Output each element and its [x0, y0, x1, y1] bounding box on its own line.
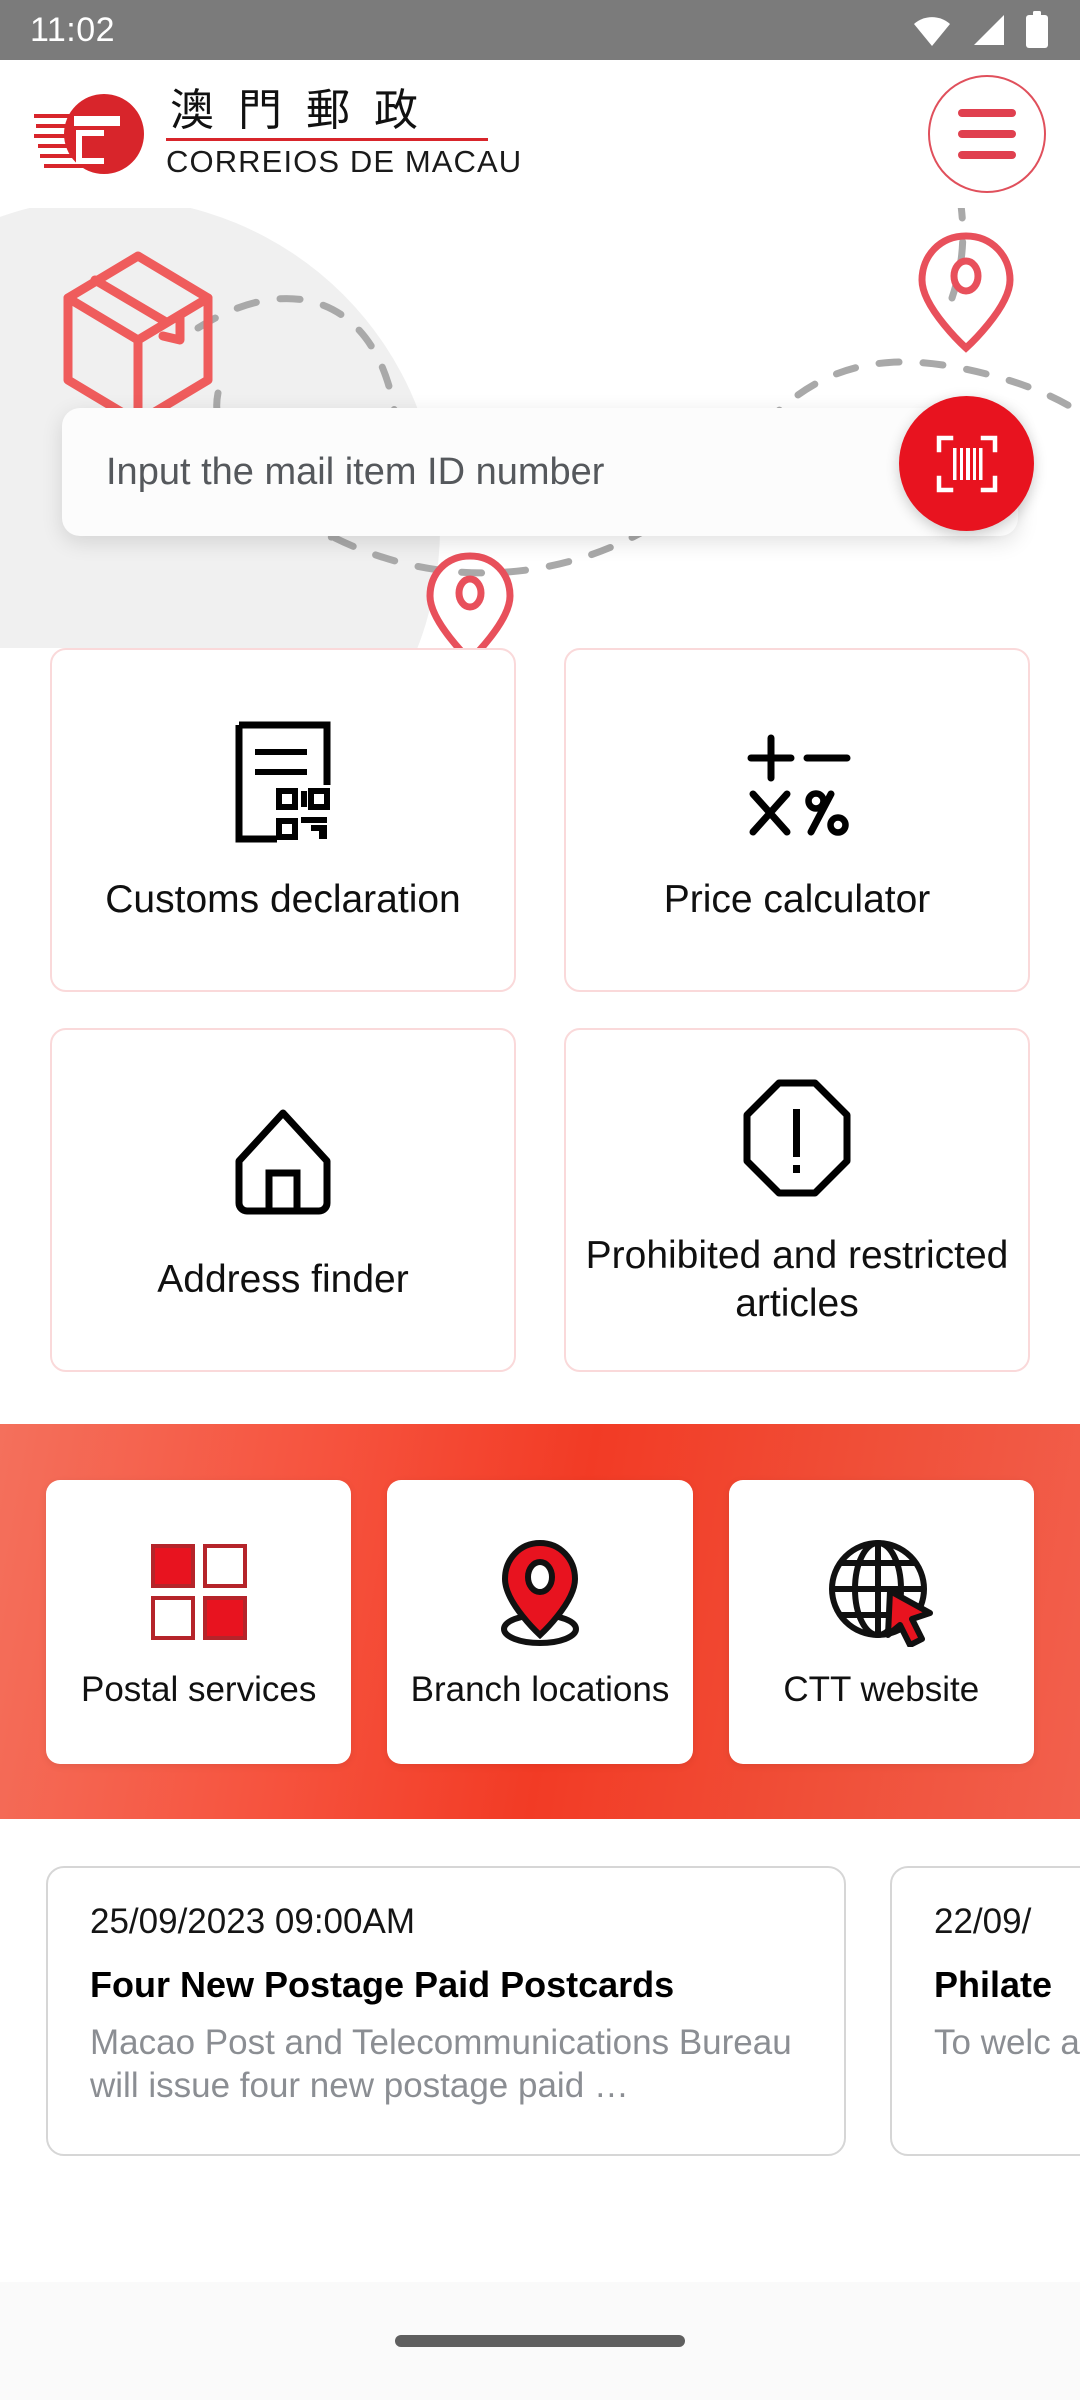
barcode-scan-icon	[936, 435, 997, 492]
tile-label: Address finder	[157, 1258, 409, 1302]
news-title: Philate	[934, 1964, 1053, 2005]
brand-logo-text: 澳門郵政 CORREIOS DE MACAU	[166, 84, 523, 180]
brand-name-chinese: 澳門郵政	[170, 84, 442, 136]
tile-label: Prohibited and restricted articles	[585, 1234, 1009, 1325]
tile-icon-wrap	[739, 716, 855, 848]
home-gesture-pill[interactable]	[395, 2335, 685, 2347]
tile-prohibited-restricted-articles[interactable]: Prohibited and restricted articles	[564, 1028, 1030, 1372]
band-tile-ctt-website[interactable]: CTT website	[728, 1479, 1034, 1764]
hamburger-menu-icon	[958, 109, 1016, 117]
hamburger-menu-button[interactable]	[928, 75, 1046, 193]
battery-icon	[1026, 11, 1048, 48]
tile-price-calculator[interactable]: Price calculator	[564, 648, 1030, 992]
tile-icon-wrap	[743, 1072, 851, 1204]
services-band: Postal services Branch locations CTT web…	[0, 1424, 1080, 1819]
band-tile-branch-locations[interactable]: Branch locations	[387, 1479, 693, 1764]
app-header: 澳門郵政 CORREIOS DE MACAU	[0, 60, 1080, 208]
customs-document-qr-icon	[235, 721, 331, 843]
status-bar: 11:02	[0, 0, 1080, 60]
package-box-icon	[63, 251, 213, 427]
tile-label: Price calculator	[663, 878, 931, 922]
quick-actions-row-2: Address finder Prohibited and restricted…	[0, 1028, 1080, 1372]
location-pin-base-icon	[500, 1539, 579, 1646]
cellular-signal-icon	[974, 15, 1004, 45]
calculator-operators-icon	[747, 734, 851, 836]
mail-id-search-input[interactable]	[62, 450, 1018, 494]
news-carousel[interactable]: 25/09/2023 09:00AM Four New Postage Paid…	[0, 1866, 1080, 2156]
band-icon-wrap	[147, 1533, 251, 1651]
map-pin-icon	[918, 232, 1014, 353]
octagon-exclamation-icon	[743, 1079, 851, 1197]
band-tile-label: CTT website	[783, 1669, 980, 1709]
hamburger-menu-icon	[958, 151, 1016, 159]
house-icon	[235, 1109, 331, 1215]
band-icon-wrap	[487, 1533, 593, 1651]
tile-icon-wrap	[229, 1096, 337, 1228]
system-navigation-bar	[0, 2282, 1080, 2400]
band-icon-wrap	[826, 1533, 936, 1651]
app-screen: 11:02 澳門郵政 CORREIOS DE MACAU Input the m…	[0, 0, 1080, 2400]
brand-name-portuguese: CORREIOS DE MACAU	[166, 144, 523, 180]
tracking-search-bar	[62, 396, 1034, 536]
news-date: 25/09/2023 09:00AM	[90, 1902, 415, 1941]
macau-post-logo-icon	[34, 94, 144, 174]
brand-logo[interactable]: 澳門郵政 CORREIOS DE MACAU	[34, 84, 523, 180]
tile-address-finder[interactable]: Address finder	[50, 1028, 516, 1372]
band-tile-label: Branch locations	[410, 1669, 670, 1709]
news-summary: Macao Post and Telecommunications Bureau…	[90, 2023, 792, 2105]
tile-label: Customs declaration	[105, 878, 461, 922]
news-summary: To welc and Nat	[934, 2023, 1080, 2062]
band-tile-postal-services[interactable]: Postal services	[46, 1479, 352, 1764]
news-card[interactable]: 25/09/2023 09:00AM Four New Postage Paid…	[46, 1866, 846, 2156]
band-tile-label: Postal services	[80, 1669, 317, 1709]
status-bar-clock: 11:02	[30, 10, 116, 49]
barcode-scan-button[interactable]	[899, 396, 1034, 531]
news-card[interactable]: 22/09/ Philate To welc and Nat	[890, 1866, 1080, 2156]
news-title: Four New Postage Paid Postcards	[90, 1964, 675, 2005]
brand-divider	[166, 138, 488, 142]
news-date: 22/09/	[934, 1902, 1032, 1941]
quick-actions-grid: Customs declaration Price calculator Add…	[0, 648, 1080, 1408]
quick-actions-row-1: Customs declaration Price calculator	[0, 648, 1080, 992]
wifi-icon	[914, 17, 950, 46]
status-bar-icons	[912, 11, 1050, 49]
hamburger-menu-icon	[958, 130, 1016, 138]
globe-cursor-icon	[829, 1539, 934, 1647]
tile-customs-declaration[interactable]: Customs declaration	[50, 648, 516, 992]
tile-icon-wrap	[231, 716, 335, 848]
four-squares-grid-icon	[150, 1543, 247, 1640]
